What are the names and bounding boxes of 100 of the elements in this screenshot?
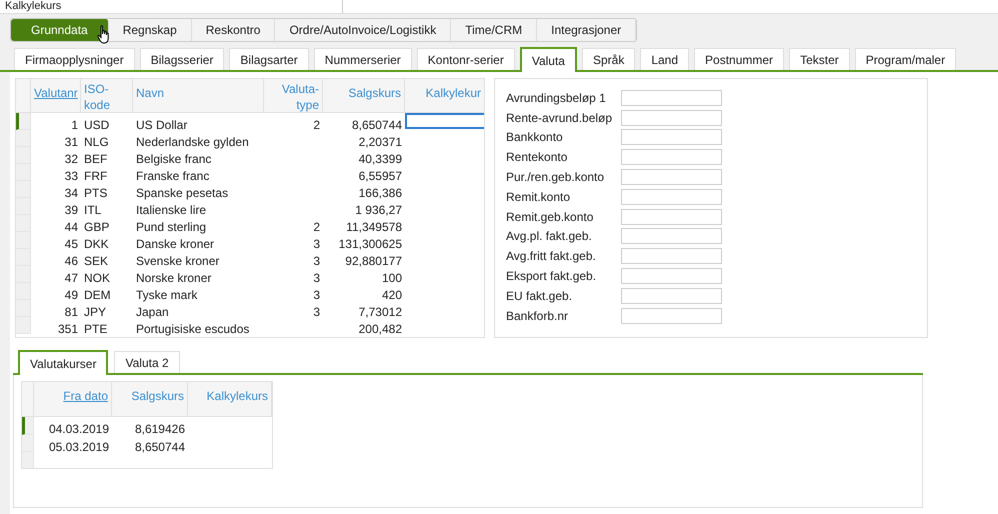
table-cell: 04.03.2019 (48, 422, 109, 436)
table-cell: 39 (64, 203, 78, 217)
table-cell: 420 (382, 288, 402, 302)
tab[interactable]: Valuta (520, 47, 577, 72)
table-cell: DKK (84, 237, 109, 251)
table-cell: 3 (313, 288, 320, 302)
main-tab[interactable]: Integrasjoner (537, 19, 636, 41)
table-cell: Norske kroner (136, 271, 212, 285)
table-cell: NOK (84, 271, 110, 285)
main-tab[interactable]: Time/CRM (451, 19, 538, 41)
table-cell: 3 (313, 305, 320, 319)
input-field[interactable] (621, 129, 722, 146)
table-cell: USD (84, 118, 110, 132)
table-cell: 32 (64, 152, 78, 166)
table-cell: Franske franc (136, 169, 210, 183)
table-cell: 2,20371 (358, 135, 402, 149)
table-cell: 131,300625 (338, 237, 402, 251)
field-label: Avg.pl. fakt.geb. (506, 228, 593, 246)
tab[interactable]: Nummerserier (314, 48, 412, 70)
table-cell: Japan (136, 305, 169, 319)
field-label: Remit.konto (506, 188, 572, 206)
field-label: Remit.geb.konto (506, 208, 594, 226)
table-cell: 49 (64, 288, 78, 302)
tab[interactable]: Valuta 2 (114, 351, 180, 373)
table-cell: 33 (64, 169, 78, 183)
input-field[interactable] (621, 149, 722, 166)
table-cell: SEK (84, 254, 108, 268)
table-cell: Nederlandske gylden (136, 135, 249, 149)
table-cell: 6,55957 (358, 169, 402, 183)
main-tab[interactable]: Reskontro (192, 19, 276, 41)
field-label: EU fakt.geb. (506, 288, 574, 305)
table-cell: 1 936,27 (355, 203, 402, 217)
column-title: Kalkylekurs (4, 0, 62, 13)
field-label: Avg.fritt fakt.geb. (506, 248, 597, 266)
table-cell: 3 (313, 271, 320, 285)
table-cell: 92,880177 (345, 254, 402, 268)
tab[interactable]: Postnummer (694, 48, 784, 70)
table-cell: 3 (313, 254, 320, 268)
field-label: Pur./ren.geb.konto (506, 169, 606, 186)
field-label: Avrundingsbeløp 1 (506, 90, 607, 107)
main-tab[interactable]: Grunndata (11, 19, 109, 41)
field-label: Rente-avrund.beløp (506, 110, 614, 127)
row-indicator[interactable] (22, 417, 34, 434)
edit-field[interactable] (405, 113, 484, 129)
table-cell: PTS (84, 186, 108, 200)
tab[interactable]: Program/maler (854, 48, 956, 70)
table-cell: 31 (64, 135, 78, 149)
table-cell: 3 (313, 237, 320, 251)
table-cell: 8,619426 (134, 422, 185, 436)
input-field[interactable] (621, 308, 722, 324)
table-cell: FRF (84, 169, 108, 183)
table-cell: NLG (84, 135, 109, 149)
input-field[interactable] (621, 188, 722, 205)
tab[interactable]: Valutakurser (18, 350, 108, 375)
table-cell: 45 (64, 237, 78, 251)
tab[interactable]: Språk (582, 48, 636, 70)
tab[interactable]: Bilagsserier (140, 48, 224, 70)
table-cell: ITL (84, 203, 102, 217)
field-label: Rentekonto (506, 149, 568, 166)
tab[interactable]: Firmaopplysninger (14, 48, 135, 70)
tab[interactable]: Tekster (789, 48, 850, 70)
tab[interactable]: Land (640, 48, 690, 70)
table-cell: Danske kroner (136, 237, 214, 251)
table-cell: 100 (382, 271, 402, 285)
table-cell: 47 (64, 271, 78, 285)
input-field[interactable] (621, 90, 722, 106)
input-field[interactable] (621, 228, 722, 244)
table-cell: 166,386 (358, 186, 402, 200)
table-cell: 81 (64, 305, 78, 319)
input-field[interactable] (621, 288, 722, 304)
table-cell: 40,3399 (358, 152, 402, 166)
table-cell: 34 (64, 186, 78, 200)
table-cell: Italienske lire (136, 203, 206, 217)
table-cell: Portugisiske escudos (136, 322, 250, 336)
table-cell: Pund sterling (136, 220, 206, 234)
table-cell: 7,73012 (358, 305, 402, 319)
table-cell: 11,349578 (346, 220, 402, 234)
table-cell: 8,650744 (352, 118, 402, 132)
table-cell: PTE (84, 322, 108, 336)
tab[interactable]: Kontonr-serier (416, 48, 515, 70)
table-cell: Tyske mark (136, 288, 198, 302)
table-cell: Belgiske franc (136, 152, 212, 166)
table-cell: GBP (84, 220, 110, 234)
input-field[interactable] (621, 248, 722, 264)
input-field[interactable] (621, 110, 722, 126)
table-cell: JPY (84, 305, 106, 319)
table-cell: DEM (84, 288, 111, 302)
input-field[interactable] (621, 169, 722, 186)
row-indicator[interactable] (16, 113, 31, 130)
table-cell: 05.03.2019 (48, 440, 109, 454)
table-cell: 2 (313, 118, 320, 132)
table-cell: 1 (71, 118, 78, 132)
table-cell: Svenske kroner (136, 254, 220, 268)
table-cell: 200,482 (358, 322, 402, 336)
input-field[interactable] (621, 208, 722, 225)
table-cell: 2 (313, 220, 320, 234)
table-cell: BEF (84, 152, 108, 166)
input-field[interactable] (621, 268, 722, 284)
main-tab[interactable]: Ordre/AutoInvoice/Logistikk (275, 19, 452, 41)
tab[interactable]: Bilagsarter (229, 48, 309, 70)
